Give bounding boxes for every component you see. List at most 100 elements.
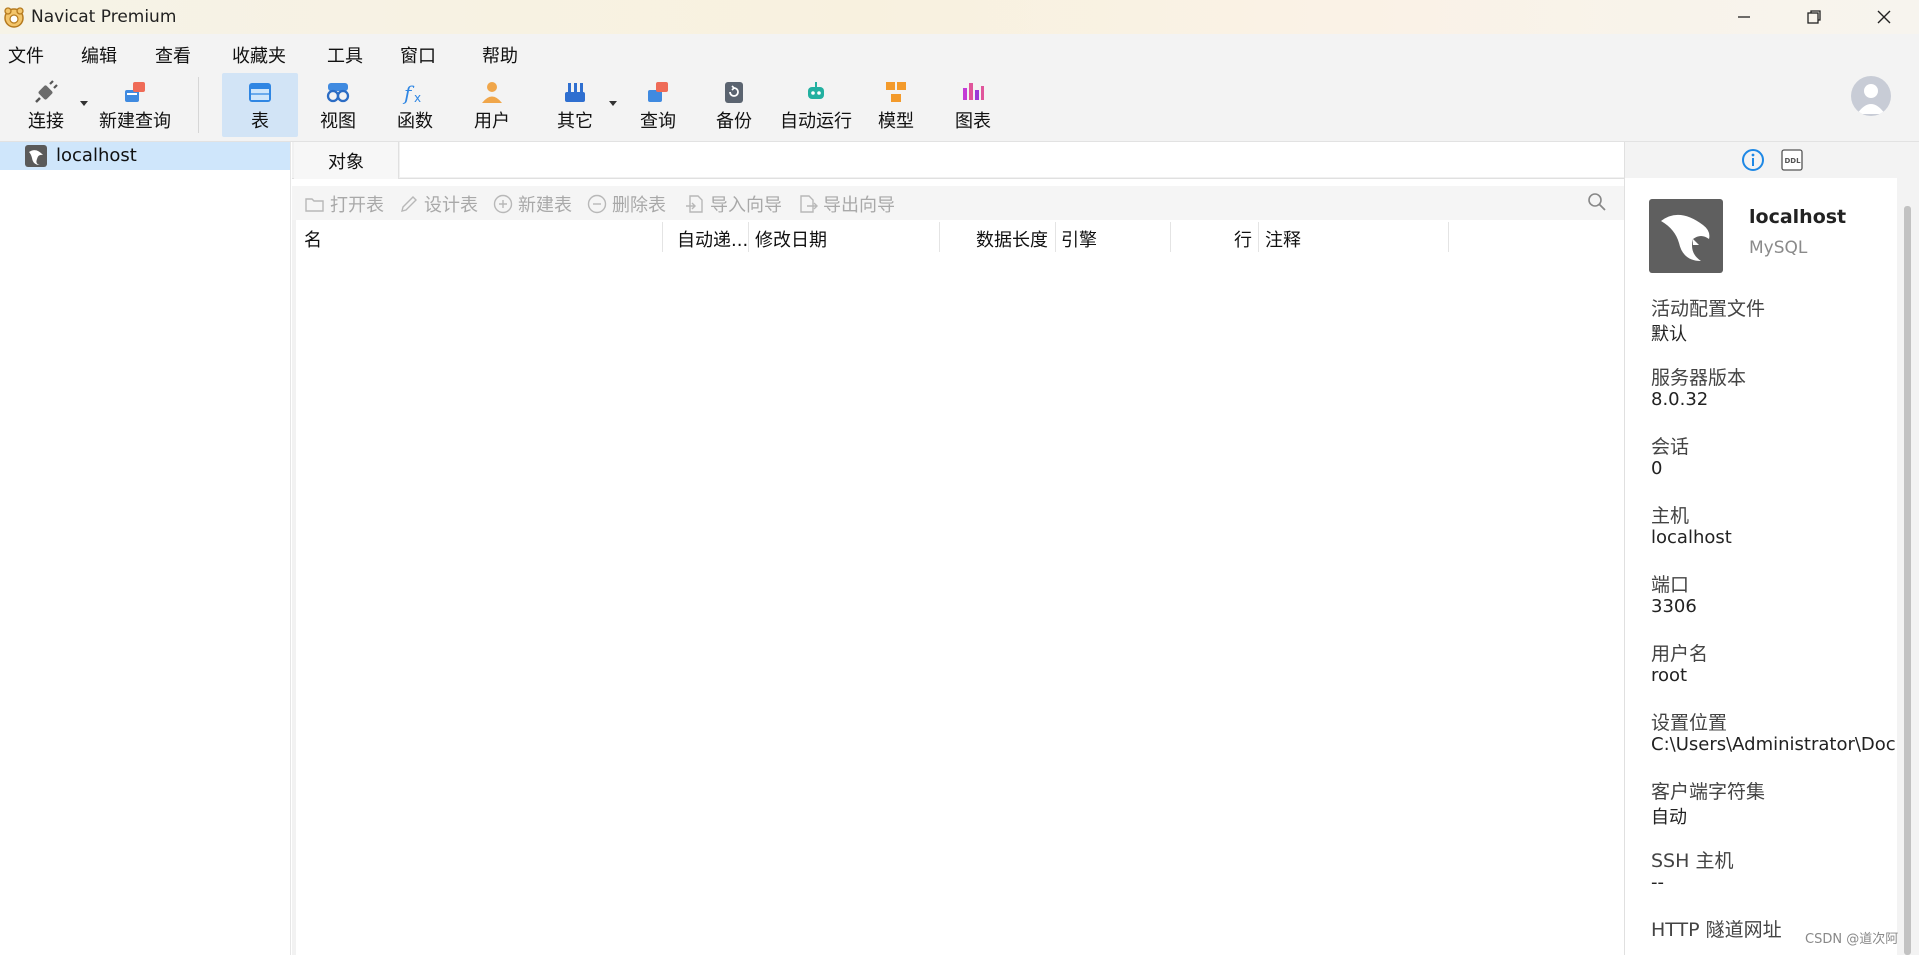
info-icon[interactable] bbox=[1741, 148, 1765, 172]
column-rows[interactable]: 行 bbox=[1176, 226, 1252, 252]
info-scrollbar-thumb[interactable] bbox=[1904, 206, 1911, 955]
export-wizard-button[interactable]: 导出向导 bbox=[797, 191, 895, 217]
menu-favorites[interactable]: 收藏夹 bbox=[232, 42, 286, 68]
toolbar-separator bbox=[198, 77, 199, 133]
restore-icon bbox=[1807, 10, 1821, 24]
column-divider[interactable] bbox=[939, 222, 940, 252]
nav-item-localhost[interactable]: localhost bbox=[0, 142, 290, 170]
menu-edit[interactable]: 编辑 bbox=[81, 42, 117, 68]
new-query-button[interactable]: 新建查询 bbox=[92, 73, 178, 137]
backup-label: 备份 bbox=[716, 111, 752, 132]
backup-button[interactable]: 备份 bbox=[704, 73, 764, 137]
delete-table-button[interactable]: 删除表 bbox=[586, 191, 666, 217]
new-table-button[interactable]: 新建表 bbox=[492, 191, 572, 217]
object-grid-body[interactable] bbox=[296, 254, 1624, 955]
plus-circle-icon bbox=[493, 194, 513, 214]
pencil-icon bbox=[401, 196, 417, 212]
connect-dropdown-arrow-icon[interactable] bbox=[80, 101, 88, 106]
mysql-connection-icon bbox=[25, 145, 47, 167]
restore-button[interactable] bbox=[1779, 0, 1849, 34]
prop-label-ssh-host: SSH 主机 bbox=[1651, 850, 1734, 872]
function-label: 函数 bbox=[397, 111, 433, 132]
others-dropdown-arrow-icon[interactable] bbox=[609, 101, 617, 106]
prop-value-settings-location: C:\Users\Administrator\Docu bbox=[1651, 734, 1897, 755]
backup-icon bbox=[725, 82, 743, 103]
object-grid-header: 名 自动递... 修改日期 数据长度 引擎 行 注释 bbox=[296, 220, 1624, 254]
user-button[interactable]: 用户 bbox=[462, 73, 522, 137]
others-label: 其它 bbox=[557, 111, 593, 132]
automation-button[interactable]: 自动运行 bbox=[776, 73, 856, 137]
info-scrollbar[interactable] bbox=[1901, 182, 1914, 955]
column-name[interactable]: 名 bbox=[304, 226, 654, 252]
account-icon bbox=[1857, 84, 1885, 114]
prop-value-sessions: 0 bbox=[1651, 458, 1663, 479]
open-table-label: 打开表 bbox=[330, 195, 384, 216]
export-wizard-label: 导出向导 bbox=[823, 195, 895, 216]
menu-file[interactable]: 文件 bbox=[8, 42, 44, 68]
prop-label-port: 端口 bbox=[1651, 574, 1690, 596]
new-query-label: 新建查询 bbox=[99, 111, 171, 132]
minus-circle-icon bbox=[587, 194, 607, 214]
others-button[interactable]: 其它 bbox=[545, 73, 605, 137]
column-divider[interactable] bbox=[748, 222, 749, 252]
user-icon bbox=[482, 82, 502, 103]
search-icon[interactable] bbox=[1586, 191, 1608, 213]
connect-label: 连接 bbox=[28, 111, 64, 132]
menu-view[interactable]: 查看 bbox=[155, 42, 191, 68]
function-fx-icon: f x bbox=[402, 81, 421, 105]
chart-button[interactable]: 图表 bbox=[943, 73, 1003, 137]
function-button[interactable]: f x 函数 bbox=[385, 73, 445, 137]
plug-icon bbox=[35, 80, 58, 103]
close-button[interactable] bbox=[1849, 0, 1919, 34]
column-divider[interactable] bbox=[1258, 222, 1259, 252]
table-button[interactable]: 表 bbox=[222, 73, 298, 137]
query-button[interactable]: 查询 bbox=[628, 73, 688, 137]
mysql-dolphin-icon bbox=[1649, 199, 1723, 273]
open-table-button[interactable]: 打开表 bbox=[304, 191, 384, 217]
column-divider[interactable] bbox=[1448, 222, 1449, 252]
model-button[interactable]: 模型 bbox=[866, 73, 926, 137]
prop-label-profile: 活动配置文件 bbox=[1651, 298, 1766, 320]
nav-item-label: localhost bbox=[56, 145, 137, 166]
table-label: 表 bbox=[251, 111, 269, 132]
ddl-icon[interactable]: DDL bbox=[1780, 149, 1804, 171]
import-wizard-button[interactable]: 导入向导 bbox=[684, 191, 782, 217]
new-query-icon bbox=[125, 82, 145, 102]
tab-objects[interactable]: 对象 bbox=[294, 142, 399, 179]
design-table-button[interactable]: 设计表 bbox=[398, 191, 478, 217]
menu-help[interactable]: 帮助 bbox=[482, 42, 518, 68]
connection-navigator: localhost bbox=[0, 142, 291, 955]
robot-icon bbox=[808, 82, 824, 99]
view-button[interactable]: 视图 bbox=[308, 73, 368, 137]
new-table-label: 新建表 bbox=[518, 195, 572, 216]
svg-text:DDL: DDL bbox=[1785, 157, 1802, 165]
column-divider[interactable] bbox=[1055, 222, 1056, 252]
account-avatar[interactable] bbox=[1851, 76, 1891, 116]
column-comment[interactable]: 注释 bbox=[1265, 226, 1445, 252]
column-divider[interactable] bbox=[1170, 222, 1171, 252]
column-auto-increment[interactable]: 自动递... bbox=[677, 226, 749, 252]
import-wizard-label: 导入向导 bbox=[710, 195, 782, 216]
menu-tools[interactable]: 工具 bbox=[327, 42, 363, 68]
prop-value-port: 3306 bbox=[1651, 596, 1697, 617]
main-toolbar: 连接 新建查询 表 视图 f x 函数 用户 其它 查询 备份 自动运行 模型 … bbox=[0, 71, 1919, 142]
connect-button[interactable]: 连接 bbox=[18, 73, 74, 137]
tab-strip-filler bbox=[400, 142, 1624, 177]
prop-label-sessions: 会话 bbox=[1651, 436, 1690, 458]
column-modified-date[interactable]: 修改日期 bbox=[755, 226, 905, 252]
prop-label-settings-location: 设置位置 bbox=[1651, 712, 1728, 734]
column-engine[interactable]: 引擎 bbox=[1061, 226, 1141, 252]
prop-label-host: 主机 bbox=[1651, 505, 1690, 527]
table-icon bbox=[249, 83, 271, 102]
title-bar: Navicat Premium bbox=[0, 0, 1919, 34]
object-toolbar: 打开表 设计表 新建表 删除表 导入向导 导出向导 bbox=[292, 186, 1624, 220]
automation-label: 自动运行 bbox=[780, 111, 852, 132]
design-table-label: 设计表 bbox=[424, 195, 478, 216]
menu-window[interactable]: 窗口 bbox=[400, 42, 436, 68]
import-icon bbox=[686, 195, 703, 213]
menu-bar: 文件 编辑 查看 收藏夹 工具 窗口 帮助 bbox=[0, 34, 1919, 71]
user-label: 用户 bbox=[474, 111, 510, 132]
minimize-button[interactable] bbox=[1709, 0, 1779, 34]
column-divider[interactable] bbox=[662, 222, 663, 252]
column-data-length[interactable]: 数据长度 bbox=[948, 226, 1048, 252]
